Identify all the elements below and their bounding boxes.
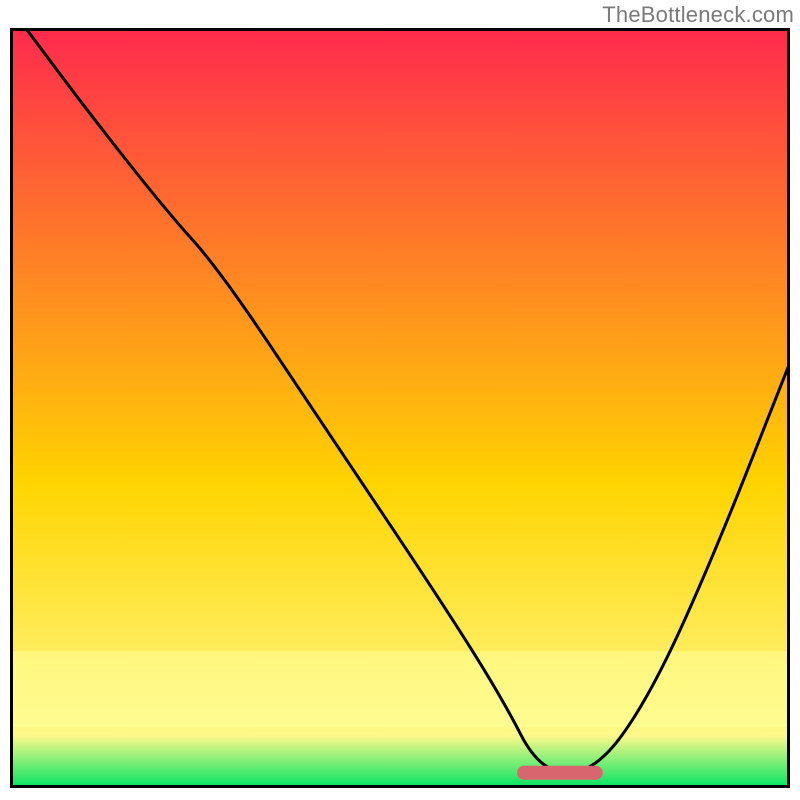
pale-band [10, 651, 790, 727]
optimal-marker [517, 766, 603, 780]
chart-svg [10, 28, 790, 788]
watermark-text: TheBottleneck.com [602, 2, 794, 28]
chart-container: TheBottleneck.com [0, 0, 800, 800]
plot-area [10, 28, 790, 788]
